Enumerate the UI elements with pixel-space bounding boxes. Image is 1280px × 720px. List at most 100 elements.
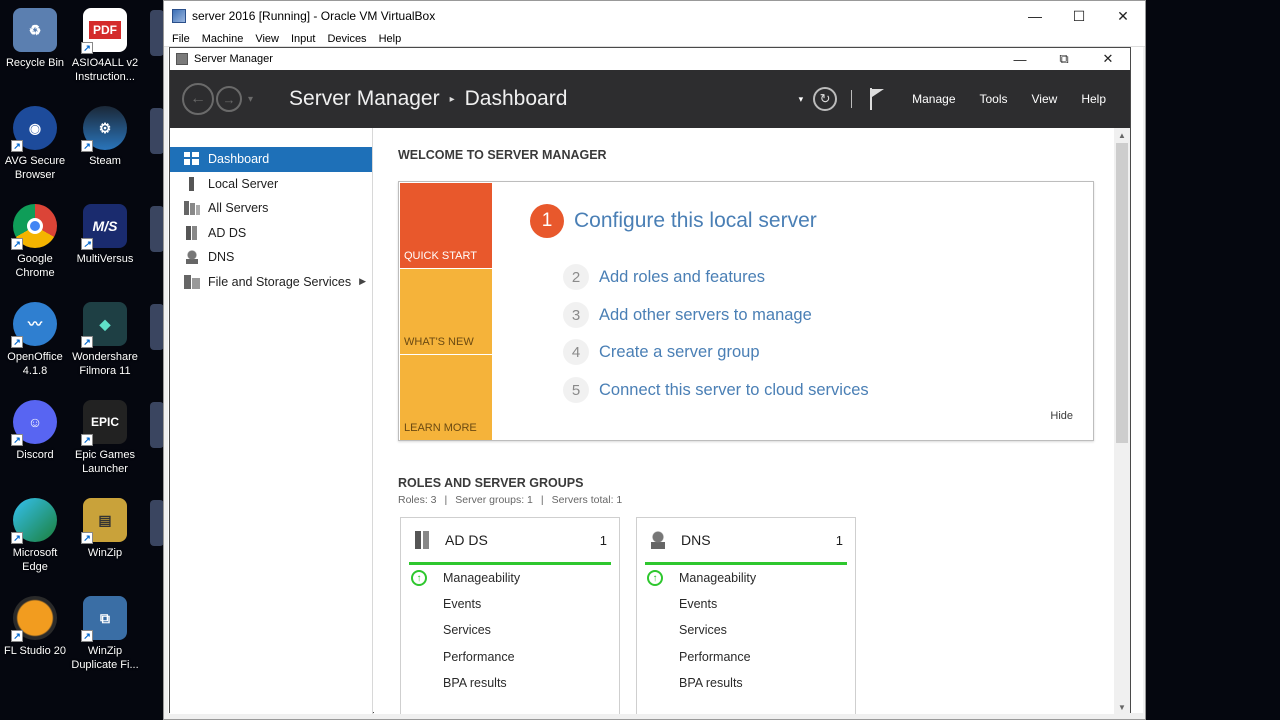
step-configure-local-server[interactable]: 1 Configure this local server [530,204,817,238]
card-title: AD DS [445,532,488,548]
row-label: Services [679,623,727,638]
card-row-performance[interactable]: Performance [401,644,619,670]
desktop-icon-partial [150,108,164,154]
dashboard-icon [184,152,200,167]
desktop-icon-recycle-bin[interactable]: ♻ Recycle Bin [0,8,70,70]
step-add-roles[interactable]: 2 Add roles and features [563,264,765,290]
view-menu[interactable]: View [1032,92,1058,106]
virtualbox-title: server 2016 [Running] - Oracle VM Virtua… [192,9,436,23]
desktop-icon-edge[interactable]: ↗ Microsoft Edge [0,498,70,574]
card-row-manageability[interactable]: ↑ Manageability [401,565,619,591]
welcome-panel: QUICK START WHAT'S NEW LEARN MORE 1 Conf… [398,181,1094,441]
nav-item-local-server[interactable]: Local Server [170,172,372,197]
desktop-icon-fl-studio[interactable]: ↗ FL Studio 20 [0,596,70,658]
menu-view[interactable]: View [255,33,279,45]
left-navigation: Dashboard Local Server All Servers AD DS… [170,128,373,714]
desktop-icon-chrome[interactable]: ↗ Google Chrome [0,204,70,280]
step-number: 4 [563,339,589,365]
desktop-icon-winzip[interactable]: ▤ ↗ WinZip [70,498,140,560]
desktop-icon-asio4all[interactable]: PDF ↗ ASIO4ALL v2 Instruction... [70,8,140,84]
card-row-bpa[interactable]: BPA results [401,670,619,696]
sm-restore-button[interactable]: ⧉ [1042,48,1086,70]
tile-whats-new[interactable]: WHAT'S NEW [400,269,492,354]
refresh-icon[interactable]: ↻ [813,87,838,111]
dashboard-content: WELCOME TO SERVER MANAGER QUICK START WH… [374,128,1116,714]
nav-item-all-servers[interactable]: All Servers [170,196,372,221]
scroll-up-icon[interactable]: ▲ [1114,128,1130,142]
vertical-scrollbar[interactable]: ▲ ▼ [1114,128,1130,714]
desktop-icon-multiversus[interactable]: M/S ↗ MultiVersus [70,204,140,266]
scroll-down-icon[interactable]: ▼ [1114,700,1130,714]
nav-item-dashboard[interactable]: Dashboard [170,147,372,172]
desktop-icon-steam[interactable]: ⚙ ↗ Steam [70,106,140,168]
card-row-manageability[interactable]: ↑ Manageability [637,565,855,591]
card-row-performance[interactable]: Performance [637,644,855,670]
step-link[interactable]: Add other servers to manage [599,306,812,325]
role-card-ad-ds[interactable]: AD DS 1 ↑ Manageability Events Services P… [400,517,620,714]
card-header[interactable]: AD DS 1 [409,518,611,565]
scrollbar-thumb[interactable] [1116,143,1128,443]
status-up-icon: ↑ [411,570,427,587]
desktop-icon-avg-browser[interactable]: ◉ ↗ AVG Secure Browser [0,106,70,182]
nav-item-file-storage[interactable]: File and Storage Services ▶ [170,270,372,295]
server-manager-icon [176,53,188,65]
menu-machine[interactable]: Machine [202,33,244,45]
desktop-icon-partial [150,206,164,252]
desktop-icon-discord[interactable]: ☺ ↗ Discord [0,400,70,462]
tile-quick-start[interactable]: QUICK START [400,183,492,268]
menu-devices[interactable]: Devices [327,33,366,45]
chevron-right-icon[interactable]: ▶ [359,276,366,287]
nav-item-ad-ds[interactable]: AD DS [170,221,372,246]
step-link[interactable]: Add roles and features [599,268,765,287]
menu-help[interactable]: Help [379,33,402,45]
step-link[interactable]: Connect this server to cloud services [599,381,869,400]
winzip-duplicate-icon: ⧉ ↗ [81,596,127,642]
minimize-button[interactable]: — [1013,1,1057,31]
maximize-button[interactable]: ☐ [1057,1,1101,31]
close-button[interactable]: ✕ [1101,1,1145,31]
sm-minimize-button[interactable]: — [998,48,1042,70]
ad-ds-icon [413,531,431,549]
refresh-dropdown-icon[interactable]: ▾ [799,94,804,105]
step-link[interactable]: Configure this local server [574,209,817,233]
manage-menu[interactable]: Manage [912,92,955,106]
desktop-icon-openoffice[interactable]: 〰 ↗ OpenOffice 4.1.8 [0,302,70,378]
step-number: 1 [530,204,564,238]
step-link[interactable]: Create a server group [599,343,760,362]
step-add-servers[interactable]: 3 Add other servers to manage [563,302,812,328]
card-row-events[interactable]: Events [637,591,855,617]
help-menu[interactable]: Help [1081,92,1106,106]
menu-file[interactable]: File [172,33,190,45]
desktop-icon-epic-games[interactable]: EPIC ↗ Epic Games Launcher [70,400,140,476]
desktop-icon-winzip-duplicate[interactable]: ⧉ ↗ WinZip Duplicate Fi... [70,596,140,672]
card-row-events[interactable]: Events [401,591,619,617]
card-row-services[interactable]: Services [401,617,619,643]
forward-button[interactable]: → [216,86,242,112]
row-label: Events [679,597,718,612]
step-cloud-services[interactable]: 5 Connect this server to cloud services [563,377,869,403]
notifications-flag-icon[interactable] [870,88,886,110]
filmora-icon: ◆ ↗ [81,302,127,348]
server-manager-title-bar[interactable]: Server Manager — ⧉ ✕ [170,48,1130,70]
roles-heading: ROLES AND SERVER GROUPS [398,476,584,490]
avg-browser-icon: ◉ ↗ [11,106,57,152]
nav-label: DNS [208,250,235,265]
hide-link[interactable]: Hide [1050,410,1073,422]
card-row-services[interactable]: Services [637,617,855,643]
back-button[interactable]: ← [182,83,214,115]
history-dropdown-icon[interactable]: ▾ [248,94,253,105]
desktop-icon-filmora[interactable]: ◆ ↗ Wondershare Filmora 11 [70,302,140,378]
virtualbox-title-bar[interactable]: server 2016 [Running] - Oracle VM Virtua… [164,1,1145,31]
tools-menu[interactable]: Tools [980,92,1008,106]
menu-input[interactable]: Input [291,33,315,45]
sm-close-button[interactable]: ✕ [1086,48,1130,70]
card-row-bpa[interactable]: BPA results [637,670,855,696]
status-up-icon: ↑ [647,570,663,587]
role-card-dns[interactable]: DNS 1 ↑ Manageability Events Services Per… [636,517,856,714]
nav-item-dns[interactable]: DNS [170,245,372,270]
card-header[interactable]: DNS 1 [645,518,847,565]
step-create-group[interactable]: 4 Create a server group [563,339,760,365]
desktop-icon-partial [150,402,164,448]
breadcrumb-app[interactable]: Server Manager [289,87,440,111]
tile-learn-more[interactable]: LEARN MORE [400,355,492,440]
